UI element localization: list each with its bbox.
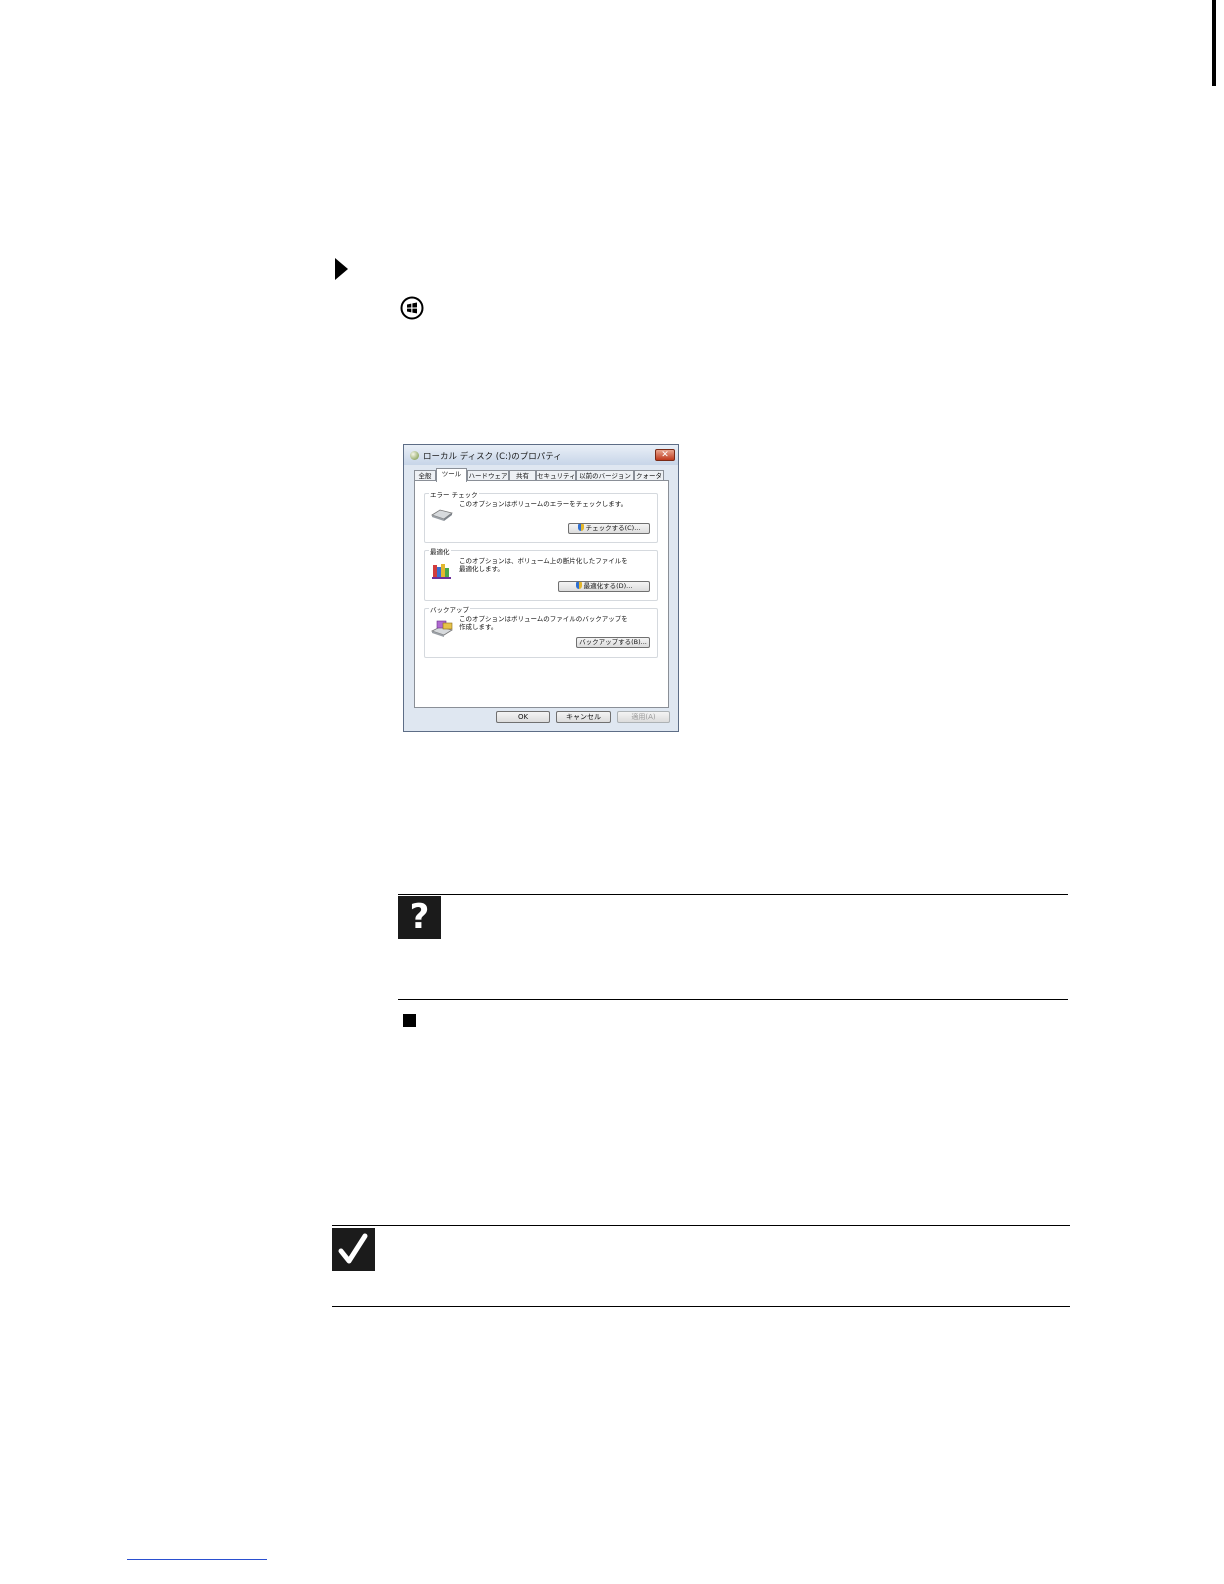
defragment-group: 最適化 このオプションは、ボリューム上の断片化したファイルを最適化します。 最適…	[424, 546, 658, 601]
tab-tools[interactable]: ツール	[436, 468, 467, 482]
important-box-bottom-rule	[332, 1306, 1070, 1307]
error-check-legend: エラー チェック	[429, 489, 479, 499]
backup-group: バックアップ このオプションはボリュームのファイルのバックアップを作成します。 …	[424, 604, 658, 658]
black-square-icon	[403, 1014, 416, 1027]
page-edge-bar	[1212, 0, 1216, 86]
backup-icon	[431, 620, 454, 637]
backup-legend: バックアップ	[429, 604, 470, 614]
defragment-legend: 最適化	[429, 546, 451, 556]
ok-button[interactable]: OK	[496, 711, 550, 723]
dialog-titlebar: ローカル ディスク (C:)のプロパティ ✕	[404, 445, 678, 465]
tools-tab-panel: エラー チェック このオプションはボリュームのエラーをチェックします。 チェック…	[414, 480, 669, 708]
windows-start-button-icon	[400, 296, 424, 320]
defragment-now-button[interactable]: 最適化する(D)...	[558, 581, 650, 592]
question-mark-icon: ?	[398, 896, 441, 939]
check-now-button[interactable]: チェックする(C)...	[568, 523, 650, 534]
dialog-title: ローカル ディスク (C:)のプロパティ	[423, 452, 562, 462]
important-box-top-rule	[332, 1225, 1070, 1226]
backup-now-button[interactable]: バックアップする(B)...	[576, 637, 650, 648]
close-button[interactable]: ✕	[655, 449, 675, 461]
hard-drive-icon	[431, 509, 453, 521]
defragment-now-label: 最適化する(D)...	[583, 582, 633, 590]
check-mark-icon	[332, 1228, 375, 1271]
help-box-top-rule	[398, 894, 1068, 895]
play-triangle-icon	[335, 258, 348, 280]
defragment-icon	[432, 564, 451, 579]
disk-properties-dialog: ローカル ディスク (C:)のプロパティ ✕ 全般 ツール ハードウェア 共有 …	[403, 444, 679, 732]
backup-description: このオプションはボリュームのファイルのバックアップを作成します。	[459, 615, 628, 631]
uac-shield-icon	[577, 524, 584, 531]
uac-shield-icon	[575, 582, 582, 589]
footer-link-underline	[127, 1559, 267, 1560]
apply-button[interactable]: 適用(A)	[617, 711, 670, 723]
error-check-group: エラー チェック このオプションはボリュームのエラーをチェックします。 チェック…	[424, 489, 658, 543]
check-now-label: チェックする(C)...	[585, 524, 641, 532]
error-check-description: このオプションはボリュームのエラーをチェックします。	[459, 500, 628, 508]
help-box-bottom-rule	[398, 999, 1068, 1000]
defragment-description: このオプションは、ボリューム上の断片化したファイルを最適化します。	[459, 557, 628, 573]
drive-icon	[410, 451, 419, 460]
cancel-button[interactable]: キャンセル	[556, 711, 611, 723]
